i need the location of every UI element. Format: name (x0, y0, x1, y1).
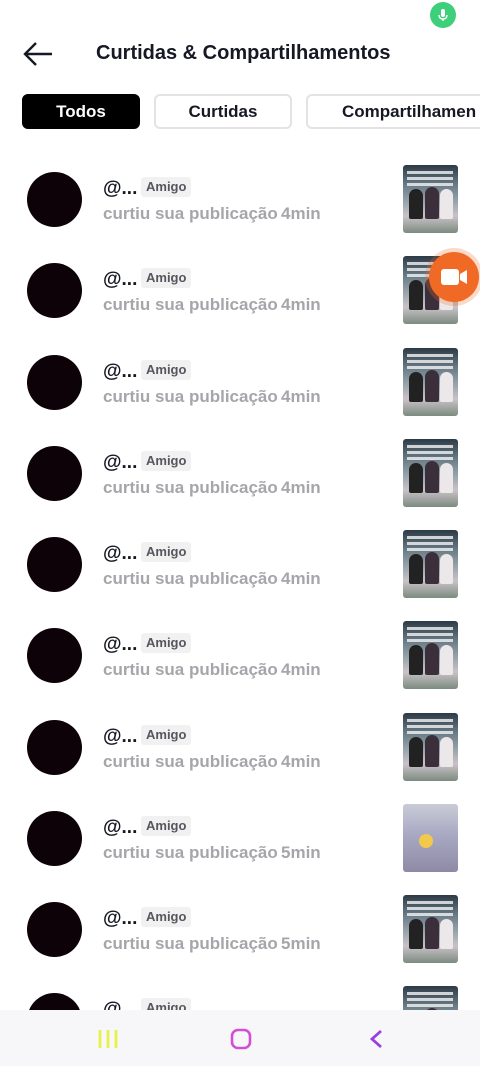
username[interactable]: @... (103, 178, 137, 200)
tab-likes[interactable]: Curtidas (154, 94, 292, 129)
friend-badge: Amigo (141, 907, 192, 927)
activity-text: curtiu sua publicação (103, 295, 278, 314)
home-button[interactable] (221, 1024, 261, 1054)
activity-text: curtiu sua publicação (103, 843, 278, 862)
recent-apps-button[interactable] (88, 1024, 128, 1054)
timestamp: 5min (281, 843, 321, 862)
activity-text: curtiu sua publicação (103, 204, 278, 223)
username[interactable]: @... (103, 452, 137, 474)
list-item[interactable]: @... Amigo (0, 973, 480, 1010)
activity-text: curtiu sua publicação (103, 569, 278, 588)
list-item[interactable]: @... Amigo curtiu sua publicação 5min (0, 791, 480, 882)
timestamp: 4min (281, 660, 321, 679)
microphone-indicator (430, 2, 456, 28)
microphone-icon (438, 9, 448, 21)
video-camera-icon (441, 269, 467, 285)
post-thumbnail[interactable] (403, 348, 458, 416)
screen-recorder-button[interactable] (429, 252, 479, 302)
friend-badge: Amigo (141, 633, 192, 653)
username[interactable]: @... (103, 817, 137, 839)
timestamp: 5min (281, 934, 321, 953)
tab-all[interactable]: Todos (22, 94, 140, 129)
post-thumbnail[interactable] (403, 621, 458, 689)
username[interactable]: @... (103, 543, 137, 565)
friend-badge: Amigo (141, 451, 192, 471)
system-back-button[interactable] (356, 1024, 396, 1054)
list-item[interactable]: @... Amigo curtiu sua publicação 4min (0, 152, 480, 243)
username[interactable]: @... (103, 634, 137, 656)
post-thumbnail[interactable] (403, 713, 458, 781)
timestamp: 4min (281, 295, 321, 314)
arrow-left-icon (23, 42, 52, 66)
back-button[interactable] (18, 38, 58, 70)
friend-badge: Amigo (141, 360, 192, 380)
friend-badge: Amigo (141, 816, 192, 836)
avatar[interactable] (27, 446, 82, 501)
timestamp: 4min (281, 569, 321, 588)
username[interactable]: @... (103, 999, 137, 1010)
header: Curtidas & Compartilhamentos (0, 30, 480, 80)
tab-shares[interactable]: Compartilhamen (306, 94, 480, 129)
username[interactable]: @... (103, 726, 137, 748)
avatar[interactable] (27, 811, 82, 866)
system-navigation-bar (0, 1010, 480, 1066)
friend-badge: Amigo (141, 725, 192, 745)
activity-text: curtiu sua publicação (103, 934, 278, 953)
list-item[interactable]: @... Amigo curtiu sua publicação 4min (0, 700, 480, 791)
friend-badge: Amigo (141, 542, 192, 562)
notification-list: @... Amigo curtiu sua publicação 4min @.… (0, 152, 480, 1010)
home-icon (230, 1028, 252, 1050)
avatar[interactable] (27, 355, 82, 410)
username[interactable]: @... (103, 908, 137, 930)
post-thumbnail[interactable] (403, 165, 458, 233)
list-item[interactable]: @... Amigo curtiu sua publicação 4min (0, 517, 480, 608)
friend-badge: Amigo (141, 998, 192, 1010)
username[interactable]: @... (103, 361, 137, 383)
list-item[interactable]: @... Amigo curtiu sua publicação 4min (0, 243, 480, 334)
activity-text: curtiu sua publicação (103, 752, 278, 771)
activity-text: curtiu sua publicação (103, 387, 278, 406)
activity-text: curtiu sua publicação (103, 660, 278, 679)
timestamp: 4min (281, 387, 321, 406)
page-title: Curtidas & Compartilhamentos (96, 42, 391, 64)
timestamp: 4min (281, 478, 321, 497)
avatar[interactable] (27, 537, 82, 592)
friend-badge: Amigo (141, 177, 192, 197)
list-item[interactable]: @... Amigo curtiu sua publicação 4min (0, 335, 480, 426)
chevron-left-icon (369, 1029, 382, 1049)
username[interactable]: @... (103, 269, 137, 291)
post-thumbnail[interactable] (403, 439, 458, 507)
list-item[interactable]: @... Amigo curtiu sua publicação 4min (0, 608, 480, 699)
friend-badge: Amigo (141, 268, 192, 288)
activity-text: curtiu sua publicação (103, 478, 278, 497)
timestamp: 4min (281, 204, 321, 223)
post-thumbnail[interactable] (403, 895, 458, 963)
post-thumbnail[interactable] (403, 986, 458, 1010)
post-thumbnail[interactable] (403, 804, 458, 872)
avatar[interactable] (27, 902, 82, 957)
avatar[interactable] (27, 993, 82, 1010)
list-item[interactable]: @... Amigo curtiu sua publicação 5min (0, 882, 480, 973)
list-item[interactable]: @... Amigo curtiu sua publicação 4min (0, 426, 480, 517)
timestamp: 4min (281, 752, 321, 771)
avatar[interactable] (27, 628, 82, 683)
post-thumbnail[interactable] (403, 530, 458, 598)
avatar[interactable] (27, 720, 82, 775)
filter-tabs: Todos Curtidas Compartilhamen (22, 94, 480, 130)
recent-apps-icon (98, 1030, 118, 1048)
avatar[interactable] (27, 172, 82, 227)
avatar[interactable] (27, 263, 82, 318)
